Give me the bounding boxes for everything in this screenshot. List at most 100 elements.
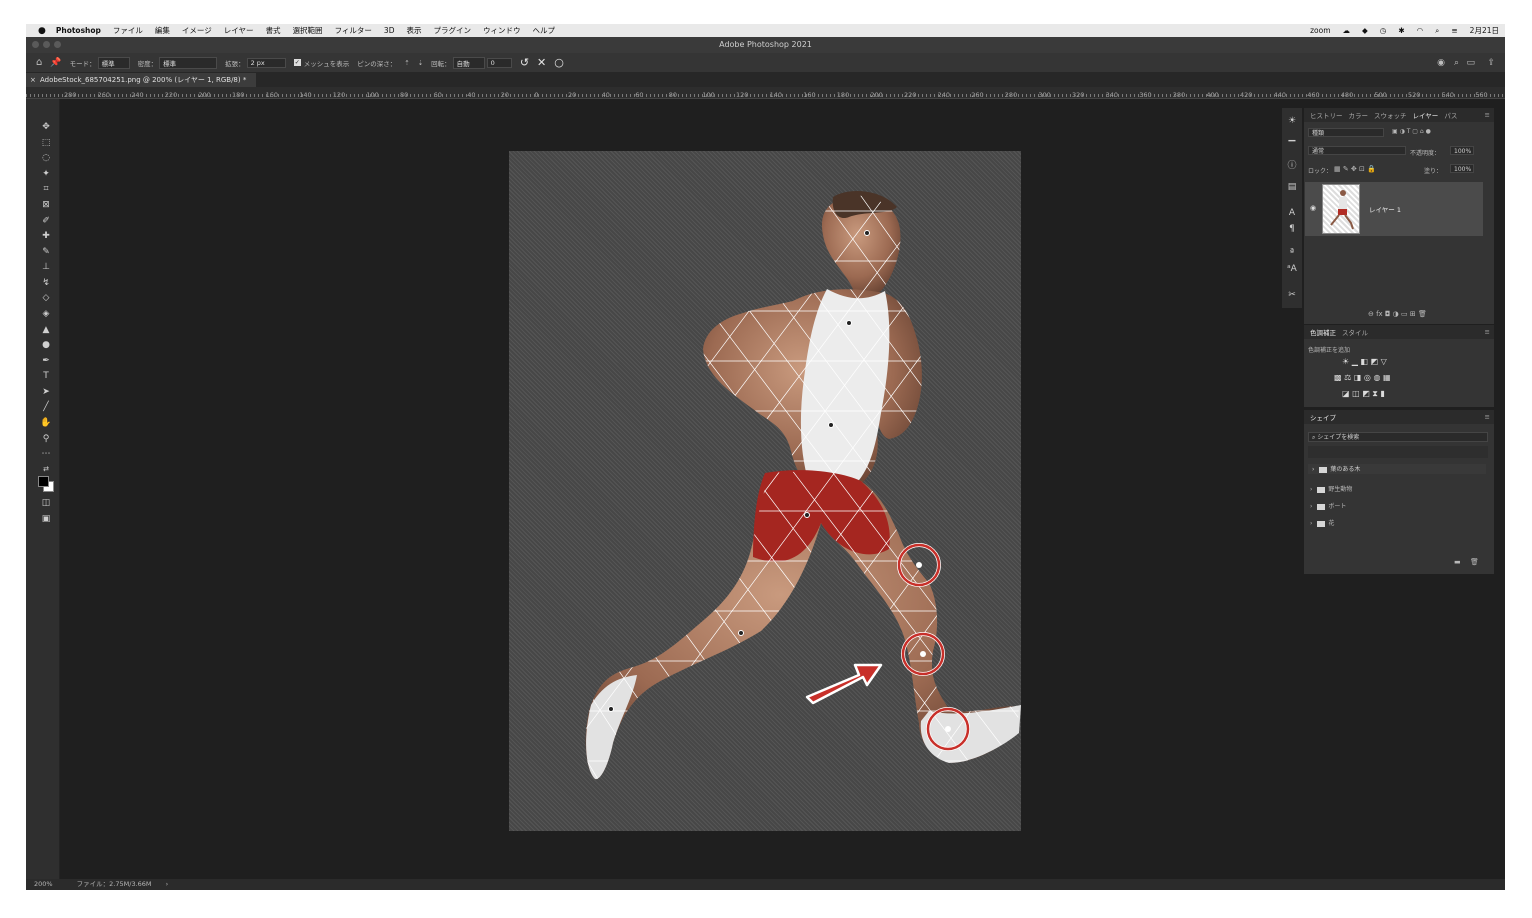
pin-waist[interactable] [828, 422, 834, 428]
close-tab-icon[interactable]: × [30, 73, 36, 87]
crop-tool-icon[interactable]: ⌗ [40, 183, 52, 195]
folder-row-1[interactable]: › 葉のある木 [1308, 464, 1486, 474]
brightness-icon[interactable]: ☀ [1286, 116, 1298, 128]
paragraph-icon[interactable]: ¶ [1286, 224, 1298, 236]
character-icon[interactable]: A [1286, 208, 1298, 220]
menu-edit[interactable]: 編集 [155, 25, 170, 36]
adjustment-row2-icons[interactable]: ▩ ⚖ ◨ ◎ ◍ ▦ [1334, 373, 1391, 382]
info-icon[interactable]: ⓘ [1286, 158, 1298, 171]
adjustment-row3-icons[interactable]: ◪ ◫ ◩ ⧗ ▮ [1342, 389, 1385, 399]
wifi-icon[interactable]: ◠ [1417, 26, 1424, 35]
menu-type[interactable]: 書式 [266, 25, 281, 36]
tab-paths[interactable]: パス [1444, 110, 1457, 120]
menu-layer[interactable]: レイヤー [224, 25, 254, 36]
foreground-color-swatch[interactable] [38, 476, 49, 487]
show-mesh-checkbox[interactable]: ✓ [293, 59, 301, 66]
panel-menu-icon[interactable]: ≡ [1485, 111, 1490, 119]
eraser-tool-icon[interactable]: ◇ [40, 292, 52, 304]
pin-backward-icon[interactable]: ⇣ [418, 59, 423, 67]
control-center-icon[interactable]: ≡ [1451, 26, 1457, 35]
layer-filter-icons[interactable]: ▣ ◑ T ▢ ⌂ ● [1392, 128, 1431, 135]
line-tool-icon[interactable]: ╱ [40, 401, 52, 413]
bluetooth-icon[interactable]: ✱ [1398, 26, 1404, 35]
hand-tool-icon[interactable]: ✋ [40, 417, 52, 429]
menubar-clock[interactable]: 2月21日 [1470, 25, 1499, 36]
dodge-tool-icon[interactable]: ● [40, 339, 52, 351]
cancel-transform-icon[interactable]: ✕ [537, 56, 546, 69]
pin-chest[interactable] [846, 320, 852, 326]
apple-menu-icon[interactable]: ● [38, 26, 46, 36]
pen-tool-icon[interactable]: ✒ [40, 355, 52, 367]
pin-front-knee[interactable] [916, 562, 922, 568]
glyphs-icon[interactable]: ª [1286, 248, 1298, 260]
shape-search-input[interactable]: ⌕ シェイプを検索 [1308, 432, 1488, 442]
pin-head[interactable] [864, 230, 870, 236]
paint-bucket-tool-icon[interactable]: ◈ [40, 308, 52, 320]
expand-select[interactable]: 2 px [246, 57, 286, 68]
move-tool-icon[interactable]: ✥ [40, 121, 52, 133]
blend-mode-select[interactable]: 通常 [1308, 146, 1406, 155]
rotate-value-field[interactable]: 0 [486, 57, 512, 68]
reset-pins-icon[interactable]: ↺ [520, 56, 529, 69]
adjustment-row1-icons[interactable]: ☀ ▁ ◧ ◩ ▽ [1342, 357, 1387, 366]
tab-color[interactable]: カラー [1349, 110, 1369, 120]
fill-field[interactable]: 100% [1450, 164, 1474, 173]
dropbox-icon[interactable]: ◆ [1362, 26, 1368, 35]
rotate-mode-select[interactable]: 自動 [452, 56, 485, 69]
tab-history[interactable]: ヒストリー [1310, 110, 1343, 120]
home-icon[interactable]: ⌂ [36, 57, 42, 68]
shapes-menu-icon[interactable]: ≡ [1485, 413, 1490, 421]
tab-layers[interactable]: レイヤー [1413, 110, 1439, 120]
menu-image[interactable]: イメージ [182, 25, 212, 36]
lasso-tool-icon[interactable]: ◌ [40, 152, 52, 164]
layer-name[interactable]: レイヤー 1 [1369, 204, 1401, 214]
frame-tool-icon[interactable]: ⊠ [40, 199, 52, 211]
layer-row[interactable]: ◉ レイヤー 1 [1305, 182, 1483, 236]
eyedropper-tool-icon[interactable]: ✐ [40, 215, 52, 227]
layer-actions-icons[interactable]: ⊖ fx ◘ ◑ ▭ ⊞ 🗑 [1368, 310, 1427, 318]
zoom-tool-icon[interactable]: ⚲ [40, 433, 52, 445]
adjustments-menu-icon[interactable]: ≡ [1485, 328, 1490, 336]
new-folder-icon[interactable]: ▬ [1454, 558, 1461, 566]
more-tools-icon[interactable]: ⋯ [40, 448, 52, 460]
menu-plugins[interactable]: プラグイン [433, 25, 471, 36]
pin-back-foot[interactable] [608, 706, 614, 712]
quick-mask-icon[interactable]: ◫ [40, 497, 52, 509]
screen-mode-icon[interactable]: ▣ [40, 513, 52, 525]
status-menu-chevron-icon[interactable]: › [166, 880, 169, 888]
app-menu[interactable]: Photoshop [56, 26, 101, 35]
tab-shapes[interactable]: シェイプ [1310, 412, 1336, 422]
swap-colors-icon[interactable]: ⇄ [40, 463, 52, 475]
density-select[interactable]: 標準 [159, 56, 218, 69]
file-size-info[interactable]: ファイル：2.75M/3.66M [77, 880, 152, 888]
zoom-window-icon[interactable] [54, 41, 61, 48]
delete-shape-icon[interactable]: 🗑 [1470, 558, 1479, 566]
opacity-field[interactable]: 100% [1450, 146, 1474, 155]
document-canvas[interactable] [509, 151, 1021, 831]
menu-select[interactable]: 選択範囲 [293, 25, 323, 36]
type-tool-icon[interactable]: T [40, 370, 52, 382]
pin-back-knee[interactable] [738, 630, 744, 636]
menu-view[interactable]: 表示 [406, 25, 421, 36]
mode-select[interactable]: 標準 [97, 56, 130, 69]
spotlight-search-icon[interactable]: ⌕ [1435, 26, 1439, 36]
menu-help[interactable]: ヘルプ [532, 25, 555, 36]
lock-icons[interactable]: ▦ ✎ ✥ ⊡ 🔒 [1334, 165, 1376, 173]
zoom-status-item[interactable]: zoom [1310, 26, 1330, 35]
blur-tool-icon[interactable]: ▲ [40, 324, 52, 336]
character-styles-icon[interactable]: ᵃA [1286, 264, 1298, 276]
magic-wand-tool-icon[interactable]: ✦ [40, 168, 52, 180]
time-machine-icon[interactable]: ◷ [1380, 26, 1387, 35]
share-icon[interactable]: ⇪ [1487, 58, 1495, 68]
menu-window[interactable]: ウィンドウ [483, 25, 521, 36]
path-selection-tool-icon[interactable]: ➤ [40, 386, 52, 398]
marquee-tool-icon[interactable]: ⬚ [40, 137, 52, 149]
puppet-warp-tool-icon[interactable]: 📌 [50, 58, 61, 68]
user-account-icon[interactable]: ◉ [1437, 58, 1445, 68]
minimize-window-icon[interactable] [43, 41, 50, 48]
visibility-eye-icon[interactable]: ◉ [1310, 204, 1316, 212]
tools-preset-icon[interactable]: ✂ [1286, 290, 1298, 302]
brush-tool-icon[interactable]: ✎ [40, 246, 52, 258]
menu-file[interactable]: ファイル [113, 25, 143, 36]
workspace-icon[interactable]: ▭ [1466, 58, 1475, 68]
